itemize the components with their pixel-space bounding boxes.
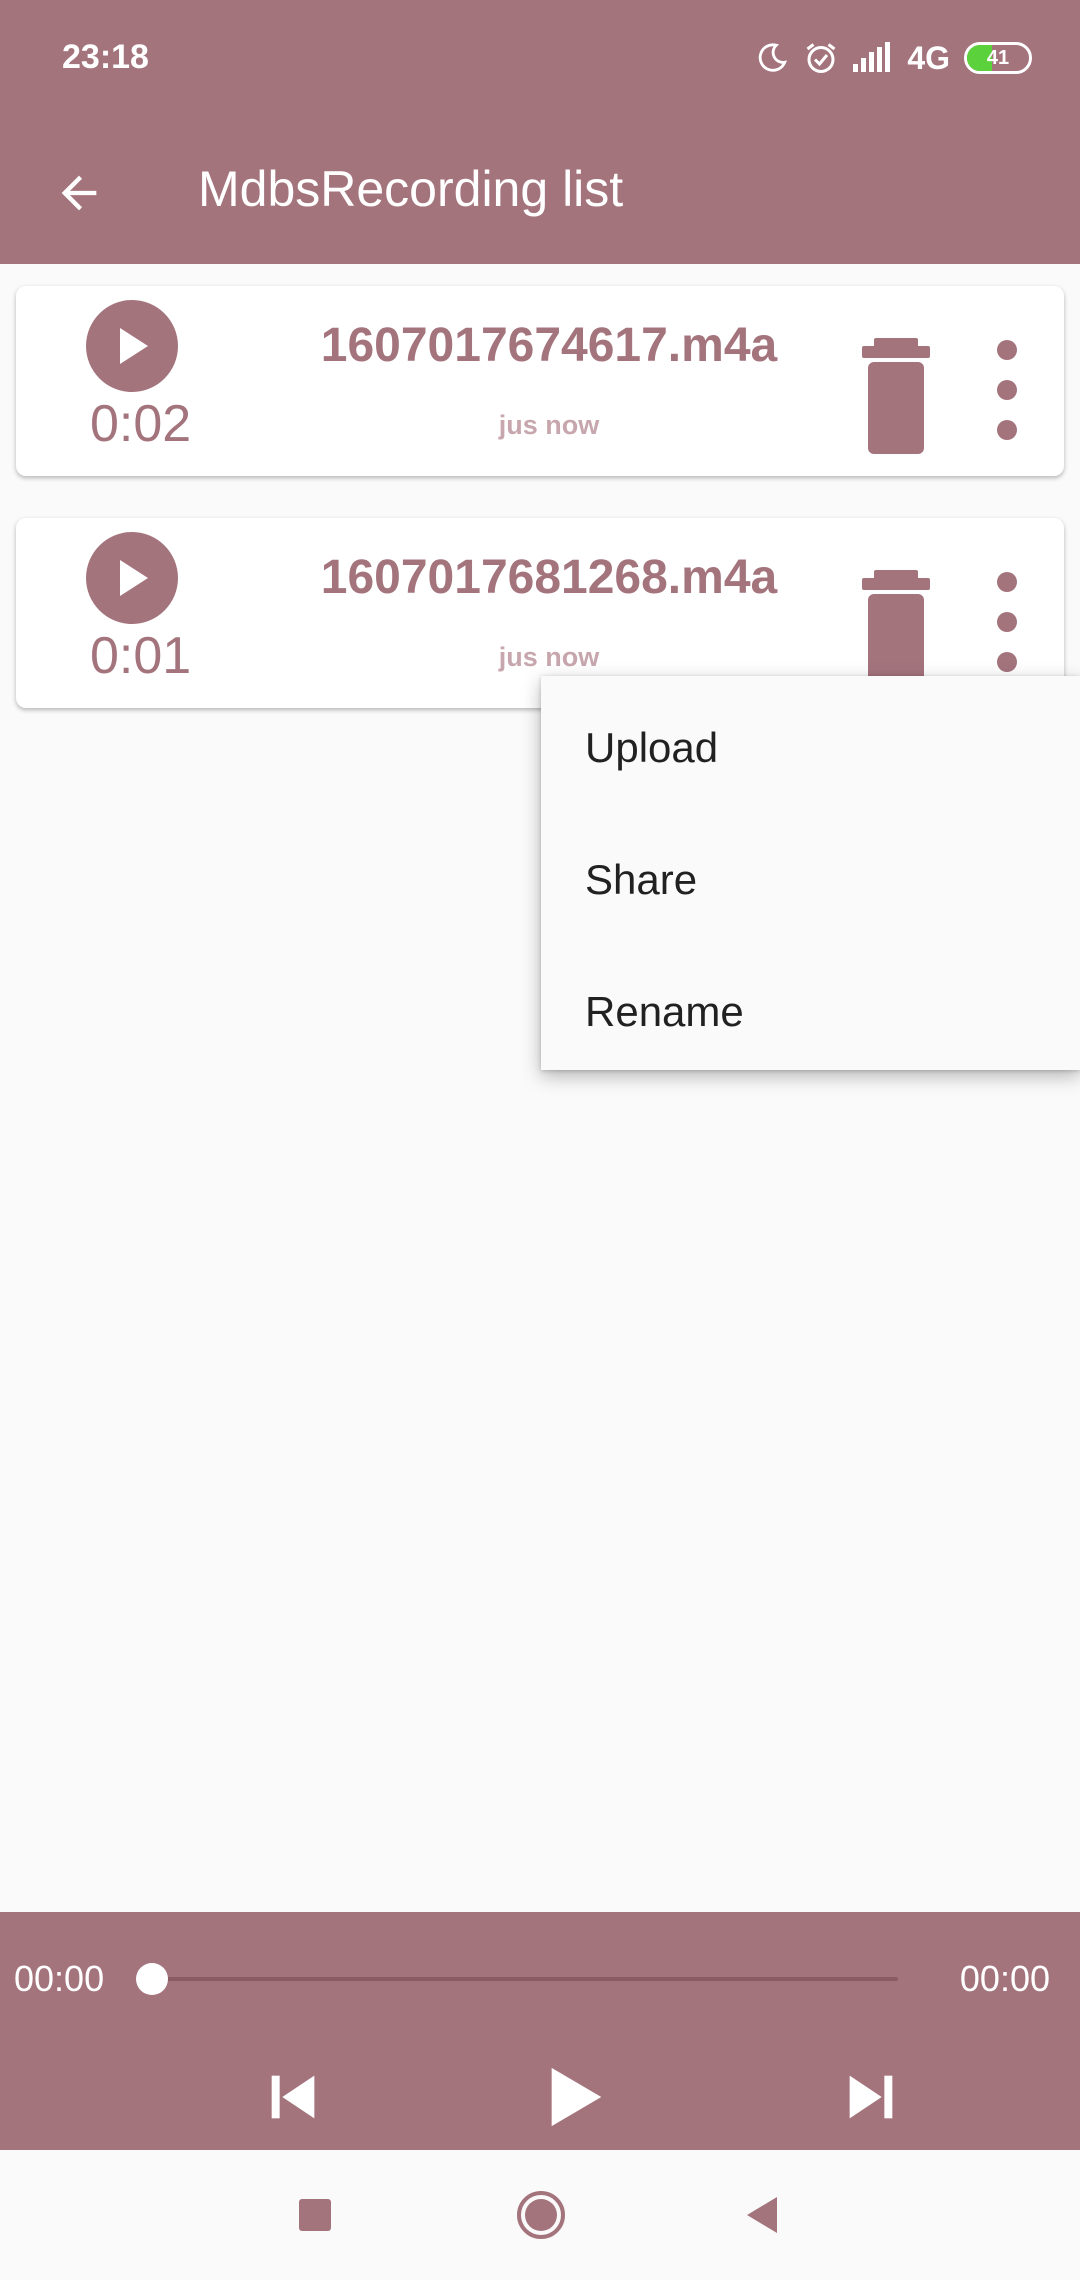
dot [997, 340, 1017, 360]
battery-level: 41 [986, 46, 1010, 69]
dot [997, 572, 1017, 592]
current-time: 00:00 [14, 1958, 105, 1999]
system-nav-bar [0, 2150, 1080, 2280]
recording-time: jus now [498, 410, 600, 440]
battery-icon: 41 [964, 42, 1032, 74]
delete-icon[interactable] [856, 570, 936, 690]
network-type: 4G [907, 39, 950, 76]
delete-icon[interactable] [856, 338, 936, 458]
recording-card[interactable]: 0:02 1607017674617.m4a jus now [16, 286, 1064, 476]
dot [997, 652, 1017, 672]
more-options-icon[interactable] [982, 572, 1032, 672]
total-time: 00:00 [959, 1958, 1050, 1999]
recent-apps-icon[interactable] [282, 2182, 348, 2248]
alarm-icon [803, 40, 839, 76]
play-icon[interactable] [530, 2052, 620, 2142]
seek-thumb[interactable] [136, 1963, 168, 1995]
app-bar: MdbsRecording list [0, 120, 1080, 264]
skip-previous-icon[interactable] [248, 2052, 338, 2142]
arrow-back-icon[interactable] [44, 158, 114, 228]
recording-time: jus now [498, 642, 600, 672]
menu-item-upload[interactable]: Upload [541, 682, 1080, 814]
dot [997, 420, 1017, 440]
menu-item-rename[interactable]: Rename [541, 946, 1080, 1078]
skip-next-icon[interactable] [826, 2052, 916, 2142]
play-icon [120, 560, 148, 596]
status-icons: 4G 41 [755, 36, 1032, 80]
back-icon[interactable] [728, 2182, 794, 2248]
recording-duration: 0:02 [90, 395, 192, 453]
play-button[interactable] [86, 300, 178, 392]
signal-icon [853, 42, 893, 74]
seek-bar[interactable] [152, 1977, 898, 1981]
moon-icon [755, 41, 789, 75]
home-icon[interactable] [508, 2182, 574, 2248]
recording-name: 1607017674617.m4a [320, 319, 778, 372]
status-time: 23:18 [62, 38, 149, 76]
popup-menu: Upload Share Rename [541, 676, 1080, 1070]
status-bar: 23:18 4G 41 [0, 0, 1080, 120]
recording-duration: 0:01 [90, 627, 192, 685]
dot [997, 380, 1017, 400]
recording-name: 1607017681268.m4a [320, 551, 778, 604]
media-player: 00:00 00:00 [0, 1912, 1080, 2150]
play-icon [120, 328, 148, 364]
more-options-icon[interactable] [982, 340, 1032, 440]
dot [997, 612, 1017, 632]
page-title: MdbsRecording list [198, 161, 624, 217]
menu-item-share[interactable]: Share [541, 814, 1080, 946]
play-button[interactable] [86, 532, 178, 624]
